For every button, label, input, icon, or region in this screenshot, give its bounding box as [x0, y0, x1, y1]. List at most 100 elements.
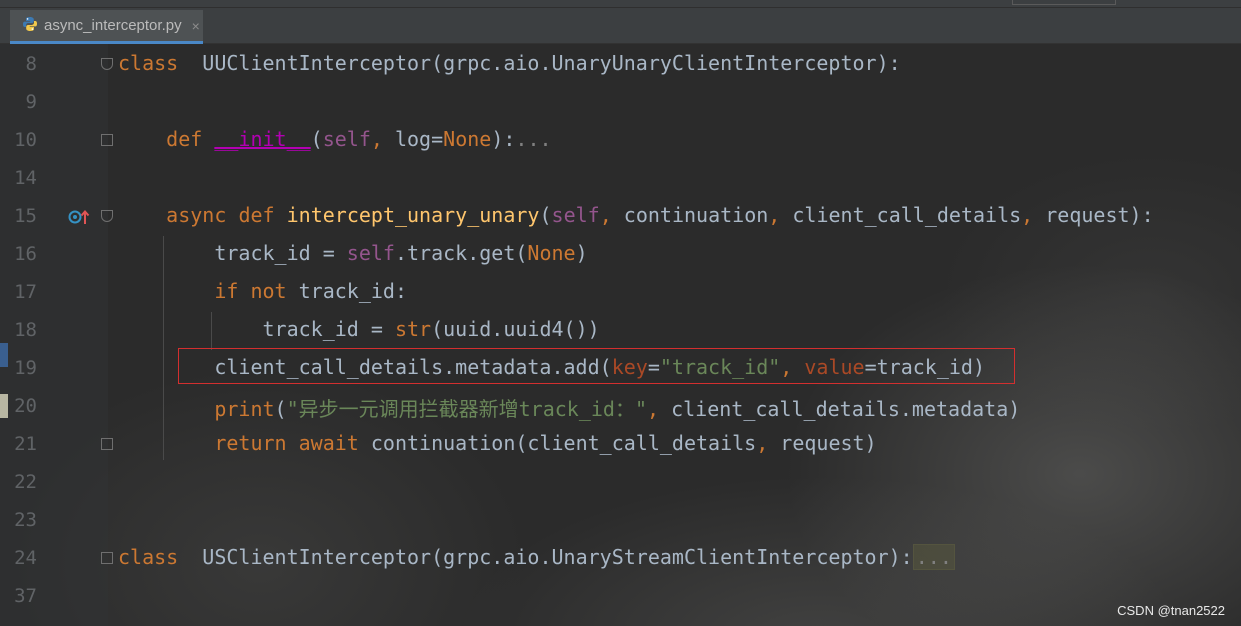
token: ): — [491, 127, 516, 151]
line-number: 10 — [14, 129, 37, 151]
code-line[interactable]: 20 print("异步一元调用拦截器新增track_id：", client_… — [0, 387, 1241, 425]
token-kw: not — [250, 279, 287, 303]
code-line[interactable]: 10 def __init__(self, log=None):... — [0, 121, 1241, 159]
code-line[interactable]: 9 — [0, 83, 1241, 121]
token-kw: if — [214, 279, 239, 303]
indent-guide — [163, 236, 164, 460]
token-fn: intercept_unary_unary — [286, 203, 540, 227]
code-line[interactable]: 17 if not track_id: — [0, 273, 1241, 311]
token: ( — [310, 127, 323, 151]
token: client_call_details.metadata) — [659, 397, 1021, 421]
fold-marker[interactable] — [101, 210, 113, 222]
line-number: 18 — [14, 319, 37, 341]
token: USClientInterceptor(grpc.aio.UnaryStream… — [178, 545, 913, 569]
line-number: 17 — [14, 281, 37, 303]
token-punct: , — [599, 203, 612, 227]
line-number: 8 — [25, 53, 37, 75]
code-line[interactable]: 23 — [0, 501, 1241, 539]
editor-tab-async-interceptor[interactable]: async_interceptor.py × — [10, 10, 203, 44]
token-kw: None — [527, 241, 576, 265]
fold-marker[interactable] — [101, 552, 113, 564]
token: log= — [382, 127, 444, 151]
line-number: 16 — [14, 243, 37, 265]
line-number: 37 — [14, 585, 37, 607]
token-str: "异步一元调用拦截器新增track_id：" — [286, 397, 648, 421]
token-kw: class — [118, 51, 179, 75]
token: .track.get( — [394, 241, 528, 265]
code-line[interactable]: 14 — [0, 159, 1241, 197]
code-line[interactable]: 24 class USClientInterceptor(grpc.aio.Una… — [0, 539, 1241, 577]
token-self: self — [346, 241, 395, 265]
code-line[interactable]: 21 return await continuation(client_call… — [0, 425, 1241, 463]
token-punct: , — [1021, 203, 1034, 227]
override-method-up-arrow-icon[interactable] — [68, 207, 100, 227]
token: continuation — [611, 203, 769, 227]
code-text: if not track_id: — [118, 279, 407, 303]
token-kw: def — [166, 127, 203, 151]
code-text: class USClientInterceptor(grpc.aio.Unary… — [118, 544, 955, 570]
fold-marker[interactable] — [101, 438, 113, 450]
tab-filename: async_interceptor.py — [44, 17, 182, 34]
token-self: self — [322, 127, 371, 151]
token: track_id = — [118, 317, 395, 341]
token-kw: await — [298, 431, 359, 455]
token: UUClientInterceptor(grpc.aio.UnaryUnaryC… — [178, 51, 901, 75]
token: ) — [575, 241, 588, 265]
close-tab-icon[interactable]: × — [192, 18, 200, 34]
code-line[interactable]: 22 — [0, 463, 1241, 501]
token-kw: def — [238, 203, 275, 227]
token: continuation(client_call_details — [358, 431, 757, 455]
code-text: track_id = str(uuid.uuid4()) — [118, 317, 600, 341]
fold-marker[interactable] — [101, 134, 113, 146]
token: request): — [1033, 203, 1154, 227]
code-line[interactable]: 16 track_id = self.track.get(None) — [0, 235, 1241, 273]
code-text: track_id = self.track.get(None) — [118, 241, 588, 265]
token-kw: str — [394, 317, 432, 341]
token-foldbox: ... — [912, 544, 955, 570]
token: (uuid.uuid4()) — [431, 317, 600, 341]
code-line[interactable]: 18 track_id = str(uuid.uuid4()) — [0, 311, 1241, 349]
line-number: 19 — [14, 357, 37, 379]
token: request) — [768, 431, 877, 455]
line-number: 20 — [14, 395, 37, 417]
line-number: 22 — [14, 471, 37, 493]
highlight-box-line-19 — [178, 348, 1015, 384]
token: ( — [539, 203, 552, 227]
token-punct: , — [647, 397, 660, 421]
line-number: 24 — [14, 547, 37, 569]
line-number: 23 — [14, 509, 37, 531]
code-line[interactable]: 8 class UUClientInterceptor(grpc.aio.Unar… — [0, 45, 1241, 83]
code-text: print("异步一元调用拦截器新增track_id：", client_cal… — [118, 393, 1020, 422]
fold-marker[interactable] — [101, 58, 113, 70]
token-kw: return — [214, 431, 287, 455]
token-punct: , — [768, 203, 781, 227]
token-kw: class — [118, 545, 179, 569]
line-number: 15 — [14, 205, 37, 227]
code-line[interactable]: 15 async def intercept_unary_unary(self,… — [0, 197, 1241, 235]
line-number: 14 — [14, 167, 37, 189]
code-line[interactable]: 37 — [0, 577, 1241, 615]
token-punct: , — [756, 431, 769, 455]
code-text: class UUClientInterceptor(grpc.aio.Unary… — [118, 51, 901, 75]
code-text: return await continuation(client_call_de… — [118, 431, 877, 455]
token-self: self — [551, 203, 600, 227]
line-number: 21 — [14, 433, 37, 455]
token-kw: None — [443, 127, 492, 151]
token: track_id: — [286, 279, 408, 303]
code-text: def __init__(self, log=None):... — [118, 127, 552, 151]
line-number: 9 — [25, 91, 37, 113]
token-kw: async — [166, 203, 227, 227]
top-toolbar-widget[interactable] — [1012, 0, 1116, 5]
token-fold: ... — [515, 127, 552, 151]
token-kw: print — [214, 397, 275, 421]
token: client_call_details — [780, 203, 1022, 227]
code-text: async def intercept_unary_unary(self, co… — [118, 203, 1154, 227]
